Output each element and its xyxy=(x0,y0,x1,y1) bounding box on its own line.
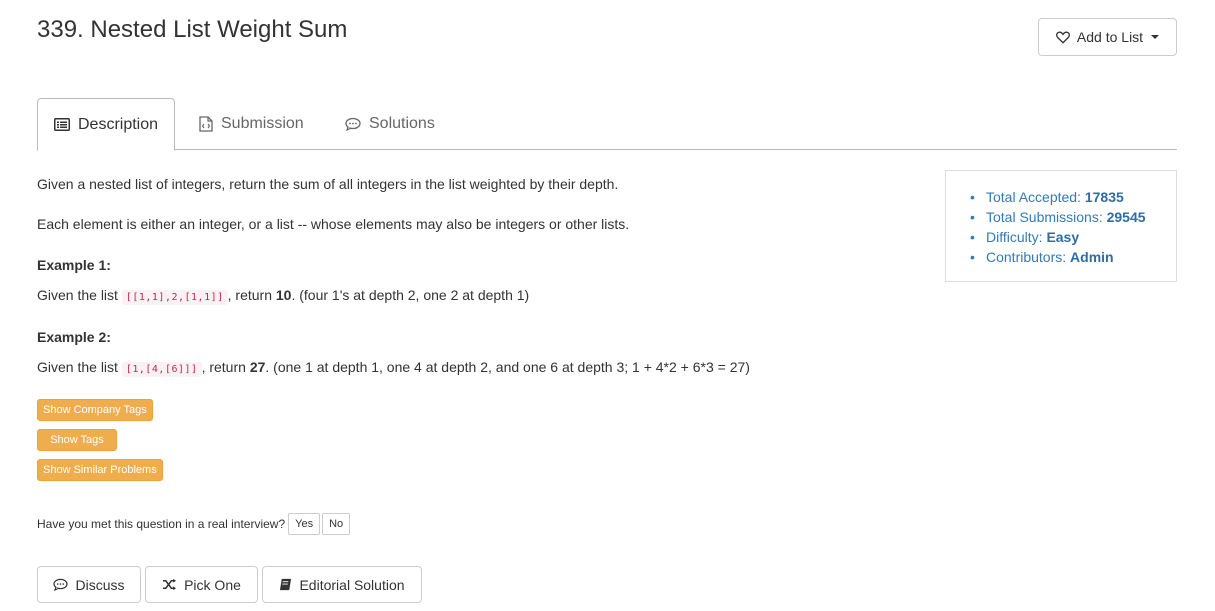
stat-total-submissions: Total Submissions: 29545 xyxy=(970,207,1176,227)
stat-submissions-value: 29545 xyxy=(1106,209,1146,225)
heart-icon xyxy=(1055,31,1070,44)
stat-total-accepted: Total Accepted: 17835 xyxy=(970,187,1176,207)
code-file-icon xyxy=(199,116,213,132)
example-2-prefix: Given the list xyxy=(37,359,122,375)
example-2-value: 27 xyxy=(249,359,266,375)
tab-submission-label: Submission xyxy=(221,115,304,132)
tab-bar: Description Submission Solutions xyxy=(37,98,1177,151)
stat-difficulty-label: Difficulty: xyxy=(986,229,1047,245)
example-2-heading: Example 2: xyxy=(37,329,111,345)
discuss-label: Discuss xyxy=(75,576,125,593)
interview-question: Have you met this question in a real int… xyxy=(37,513,351,535)
example-1-suffix: . (four 1's at depth 2, one 2 at depth 1… xyxy=(291,287,530,303)
book-icon xyxy=(280,578,292,591)
example-1-mid: , return xyxy=(227,287,276,303)
example-1-code: [[1,1],2,[1,1]] xyxy=(121,290,228,305)
tab-description[interactable]: Description xyxy=(37,98,175,151)
shuffle-icon xyxy=(163,578,177,591)
no-button[interactable]: No xyxy=(322,513,351,535)
comment-icon xyxy=(53,578,69,591)
example-1-prefix: Given the list xyxy=(37,287,122,303)
stat-contributors-label: Contributors: xyxy=(986,249,1071,265)
stat-submissions-label: Total Submissions: xyxy=(986,209,1107,225)
example-1-heading: Example 1: xyxy=(37,257,111,273)
editorial-solution-button[interactable]: Editorial Solution xyxy=(262,566,422,603)
tab-solutions-label: Solutions xyxy=(369,115,435,132)
example-1-value: 10 xyxy=(275,287,292,303)
example-2-suffix: . (one 1 at depth 1, one 4 at depth 2, a… xyxy=(265,359,750,375)
comment-icon xyxy=(345,117,361,131)
add-to-list-button[interactable]: Add to List xyxy=(1038,18,1177,56)
show-similar-problems-button[interactable]: Show Similar Problems xyxy=(37,459,163,481)
page-title: 339. Nested List Weight Sum xyxy=(37,16,348,43)
tab-description-label: Description xyxy=(77,115,159,133)
yes-button[interactable]: Yes xyxy=(288,513,321,535)
show-company-tags-button[interactable]: Show Company Tags xyxy=(37,399,153,421)
list-icon xyxy=(53,118,70,131)
show-tags-button[interactable]: Show Tags xyxy=(37,429,117,451)
example-2-text: Given the list [1,[4,[6]]], return 27. (… xyxy=(37,359,750,377)
stat-contributors-value[interactable]: Admin xyxy=(1070,249,1114,265)
description-line-2: Each element is either an integer, or a … xyxy=(37,216,630,232)
stat-difficulty: Difficulty: Easy xyxy=(970,227,1176,247)
stat-accepted-value: 17835 xyxy=(1084,189,1124,205)
problem-stats-panel: Total Accepted: 17835 Total Submissions:… xyxy=(945,170,1177,282)
tab-submission[interactable]: Submission xyxy=(199,98,304,150)
pick-one-label: Pick One xyxy=(184,576,241,593)
interview-label: Have you met this question in a real int… xyxy=(37,517,286,531)
discuss-button[interactable]: Discuss xyxy=(37,566,141,603)
description-line-1: Given a nested list of integers, return … xyxy=(37,176,619,192)
stat-accepted-label: Total Accepted: xyxy=(986,189,1085,205)
pick-one-button[interactable]: Pick One xyxy=(145,566,258,603)
example-2-code: [1,[4,[6]]] xyxy=(121,362,202,377)
caret-down-icon xyxy=(1151,35,1160,39)
example-2-mid: , return xyxy=(201,359,250,375)
add-to-list-label: Add to List xyxy=(1076,29,1144,45)
editorial-solution-label: Editorial Solution xyxy=(299,576,405,593)
stat-difficulty-value: Easy xyxy=(1046,229,1080,245)
example-1-text: Given the list [[1,1],2,[1,1]], return 1… xyxy=(37,287,530,305)
stat-contributors: Contributors: Admin xyxy=(970,247,1176,267)
tab-solutions[interactable]: Solutions xyxy=(345,98,435,150)
